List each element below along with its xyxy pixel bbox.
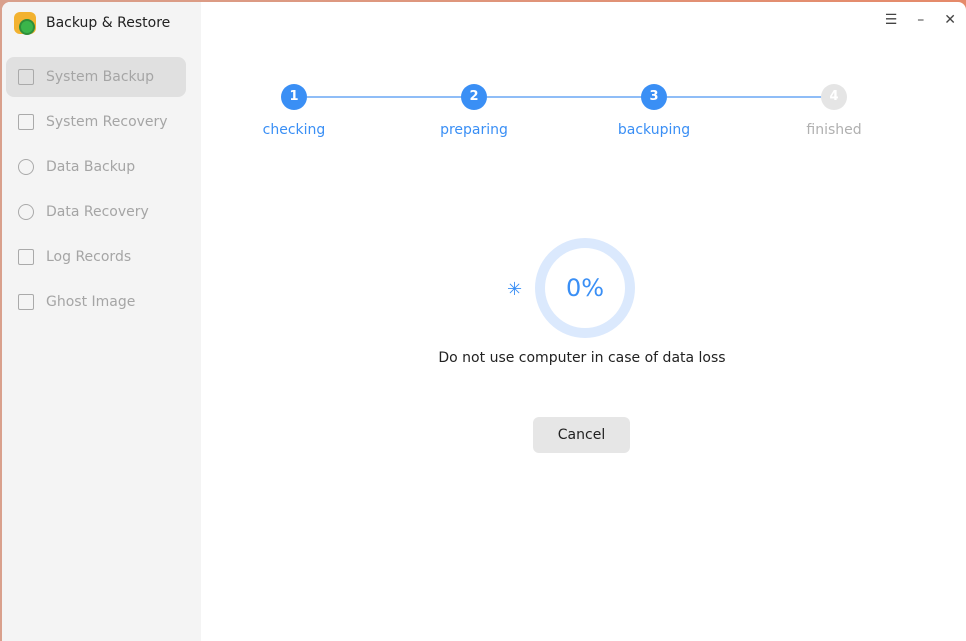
minimize-icon[interactable]: – xyxy=(917,12,924,28)
app-window: Backup & Restore System Backup System Re… xyxy=(2,2,966,641)
sidebar-item-label: Data Recovery xyxy=(46,204,149,220)
step-connector xyxy=(487,96,642,98)
sidebar-item-label: System Backup xyxy=(46,69,154,85)
sidebar-item-log-records[interactable]: Log Records xyxy=(6,237,186,277)
step-2-label: preparing xyxy=(440,122,508,138)
app-header: Backup & Restore xyxy=(14,12,171,35)
progress-percent: 0% xyxy=(565,274,605,302)
sidebar-item-label: System Recovery xyxy=(46,114,168,130)
step-1-label: checking xyxy=(262,122,326,138)
sidebar: Backup & Restore System Backup System Re… xyxy=(2,2,201,641)
progress-ring: 0% xyxy=(535,238,635,338)
sidebar-item-label: Ghost Image xyxy=(46,294,136,310)
step-1-indicator: 1 xyxy=(281,84,307,110)
sidebar-item-data-backup[interactable]: Data Backup xyxy=(6,147,186,187)
close-icon[interactable]: ✕ xyxy=(944,12,956,28)
window-controls: ☰ – ✕ xyxy=(885,12,956,28)
step-connector xyxy=(307,96,462,98)
sidebar-item-data-recovery[interactable]: Data Recovery xyxy=(6,192,186,232)
app-logo-icon xyxy=(14,12,36,35)
sidebar-item-label: Log Records xyxy=(46,249,132,265)
system-backup-icon xyxy=(18,69,34,85)
step-connector xyxy=(667,96,822,98)
warning-message: Do not use computer in case of data loss xyxy=(438,350,726,366)
step-2-indicator: 2 xyxy=(461,84,487,110)
step-3-label: backuping xyxy=(617,122,691,138)
sidebar-item-ghost-image[interactable]: Ghost Image xyxy=(6,282,186,322)
spinner-icon: ✳ xyxy=(507,279,523,300)
cancel-button[interactable]: Cancel xyxy=(533,417,630,453)
system-recovery-icon xyxy=(18,114,34,130)
sidebar-item-system-recovery[interactable]: System Recovery xyxy=(6,102,186,142)
ghost-image-icon xyxy=(18,294,34,310)
menu-icon[interactable]: ☰ xyxy=(885,12,898,28)
step-3-indicator: 3 xyxy=(641,84,667,110)
step-4-indicator: 4 xyxy=(821,84,847,110)
log-records-icon xyxy=(18,249,34,265)
data-recovery-icon xyxy=(18,204,34,220)
sidebar-item-system-backup[interactable]: System Backup xyxy=(6,57,186,97)
sidebar-item-label: Data Backup xyxy=(46,159,136,175)
step-4-label: finished xyxy=(806,122,862,138)
app-title: Backup & Restore xyxy=(46,15,171,31)
data-backup-icon xyxy=(18,159,34,175)
